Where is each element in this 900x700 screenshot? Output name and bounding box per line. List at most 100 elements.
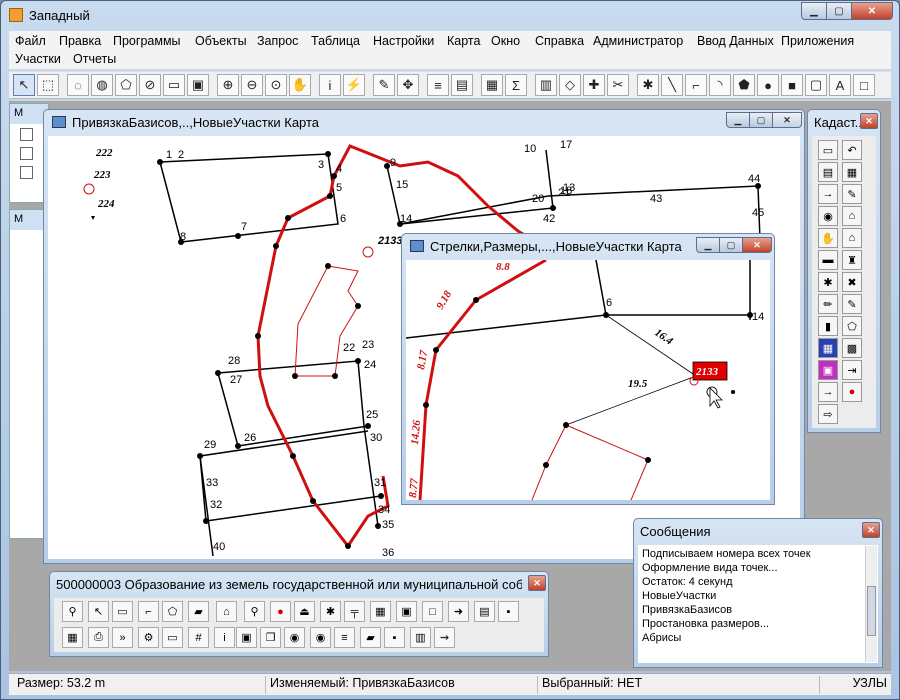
- building-icon[interactable]: ⌂: [842, 228, 862, 248]
- menu-item[interactable]: Настройки: [373, 34, 434, 48]
- layers-icon[interactable]: ≡: [427, 74, 449, 96]
- close-icon[interactable]: ✕: [742, 237, 772, 253]
- menu-item[interactable]: Файл: [15, 34, 46, 48]
- edit-page-icon[interactable]: ✎: [842, 294, 862, 314]
- card-icon[interactable]: ▭: [162, 627, 183, 648]
- close-icon[interactable]: ✕: [860, 113, 878, 129]
- bridge-icon[interactable]: ⌂: [842, 206, 862, 226]
- pin-blue-icon[interactable]: ⚲: [244, 601, 265, 622]
- pin-icon[interactable]: ⚲: [62, 601, 83, 622]
- minimize-icon[interactable]: ▁: [726, 112, 750, 128]
- maximize-icon[interactable]: ▢: [749, 112, 773, 128]
- gears-icon[interactable]: ⚙: [138, 627, 159, 648]
- save-icon[interactable]: ▪: [384, 627, 405, 648]
- clip-icon[interactable]: ✂: [607, 74, 629, 96]
- menu-item[interactable]: Таблица: [311, 34, 360, 48]
- globe-icon[interactable]: ◉: [284, 627, 305, 648]
- close-icon[interactable]: ✕: [772, 112, 802, 128]
- messages-scrollbar[interactable]: [865, 546, 877, 662]
- cursor-icon[interactable]: ↖: [88, 601, 109, 622]
- stat-icon[interactable]: ▥: [535, 74, 557, 96]
- menu-item[interactable]: Администратор: [593, 34, 683, 48]
- menu-item[interactable]: Карта: [447, 34, 480, 48]
- pencil-icon[interactable]: ✎: [842, 184, 862, 204]
- polygon-node-icon[interactable]: ⬠: [842, 316, 862, 336]
- folder-icon[interactable]: ▰: [360, 627, 381, 648]
- maximize-icon[interactable]: ▢: [719, 237, 743, 253]
- rectangle-icon[interactable]: ■: [781, 74, 803, 96]
- close-icon[interactable]: ✕: [862, 522, 880, 538]
- polyline-icon[interactable]: ⌐: [685, 74, 707, 96]
- edit-icon[interactable]: ✏: [818, 294, 838, 314]
- fast-forward-icon[interactable]: »: [112, 627, 133, 648]
- detail-map-canvas[interactable]: 6 14 8.8 9.18 8.17 14.26 8.77 16.4 19.5 …: [405, 258, 770, 501]
- scrollbar-thumb[interactable]: [867, 586, 876, 636]
- browser-icon[interactable]: ▦: [481, 74, 503, 96]
- menu-item[interactable]: Ввод Данных: [697, 34, 774, 48]
- checkbox[interactable]: [20, 147, 33, 160]
- record-icon[interactable]: ●: [270, 601, 291, 622]
- hotlink-icon[interactable]: ⚡: [343, 74, 365, 96]
- label-icon[interactable]: ✎: [373, 74, 395, 96]
- globe-icon[interactable]: ◉: [818, 206, 838, 226]
- copy-icon[interactable]: ❐: [260, 627, 281, 648]
- polygon-icon[interactable]: ⬟: [733, 74, 755, 96]
- globe-add-icon[interactable]: ◉: [310, 627, 331, 648]
- menu-item[interactable]: Запрос: [257, 34, 298, 48]
- sum-icon[interactable]: Σ: [505, 74, 527, 96]
- zoom-change-icon[interactable]: ⊙: [265, 74, 287, 96]
- arrow-in-icon[interactable]: →: [818, 382, 838, 402]
- cross-icon[interactable]: ✱: [818, 272, 838, 292]
- square-icon[interactable]: □: [422, 601, 443, 622]
- menu-item[interactable]: Правка: [59, 34, 101, 48]
- layout-icon[interactable]: ▣: [187, 74, 209, 96]
- split-icon[interactable]: ⇥: [842, 360, 862, 380]
- undo-icon[interactable]: ↶: [842, 140, 862, 160]
- menu-item[interactable]: Справка: [535, 34, 584, 48]
- reshape-icon[interactable]: ◇: [559, 74, 581, 96]
- red-dot-icon[interactable]: ●: [842, 382, 862, 402]
- rounded-rect-icon[interactable]: ▢: [805, 74, 827, 96]
- device-icon[interactable]: ▥: [410, 627, 431, 648]
- cross-red-icon[interactable]: ✖: [842, 272, 862, 292]
- boundary-select-icon[interactable]: ◍: [91, 74, 113, 96]
- save-icon[interactable]: ▪: [498, 601, 519, 622]
- photo-icon[interactable]: ▣: [236, 627, 257, 648]
- menu-item[interactable]: Участки: [15, 52, 61, 66]
- crossing-icon[interactable]: ✱: [320, 601, 341, 622]
- unselect-icon[interactable]: ⊘: [139, 74, 161, 96]
- polyline-icon[interactable]: ⌐: [138, 601, 159, 622]
- print-icon[interactable]: ⎙: [88, 627, 109, 648]
- page-icon[interactable]: ▤: [818, 162, 838, 182]
- bench-icon[interactable]: ╤: [344, 601, 365, 622]
- menu-item[interactable]: Программы: [113, 34, 181, 48]
- car-icon[interactable]: ▬: [818, 250, 838, 270]
- map-icon[interactable]: ▦: [370, 601, 391, 622]
- menu-item[interactable]: Окно: [491, 34, 520, 48]
- info-icon[interactable]: i: [319, 74, 341, 96]
- drag-map-icon[interactable]: ✥: [397, 74, 419, 96]
- ellipse-icon[interactable]: ●: [757, 74, 779, 96]
- table-icon[interactable]: ▦: [842, 162, 862, 182]
- fuel-icon[interactable]: ▮: [818, 316, 838, 336]
- menu-item[interactable]: Приложения: [781, 34, 854, 48]
- close-icon[interactable]: ✕: [851, 2, 893, 20]
- radius-select-icon[interactable]: ◌: [67, 74, 89, 96]
- maximize-icon[interactable]: ▢: [826, 2, 852, 20]
- zoom-in-icon[interactable]: ⊕: [217, 74, 239, 96]
- palette-icon[interactable]: ▩: [842, 338, 862, 358]
- hash-icon[interactable]: #: [188, 627, 209, 648]
- arc-icon[interactable]: ◝: [709, 74, 731, 96]
- grabber-icon[interactable]: ✋: [289, 74, 311, 96]
- info-icon[interactable]: i: [214, 627, 235, 648]
- eject-icon[interactable]: ⏏: [294, 601, 315, 622]
- close-icon[interactable]: ✕: [528, 575, 546, 591]
- table-icon[interactable]: ▦: [62, 627, 83, 648]
- list-icon[interactable]: ▤: [474, 601, 495, 622]
- stamp-icon[interactable]: ▣: [396, 601, 417, 622]
- point-arrow-icon[interactable]: →: [818, 184, 838, 204]
- gesture-icon[interactable]: ✋: [818, 228, 838, 248]
- line-icon[interactable]: ╲: [661, 74, 683, 96]
- minimize-icon[interactable]: ▁: [696, 237, 720, 253]
- link-icon[interactable]: ⇝: [434, 627, 455, 648]
